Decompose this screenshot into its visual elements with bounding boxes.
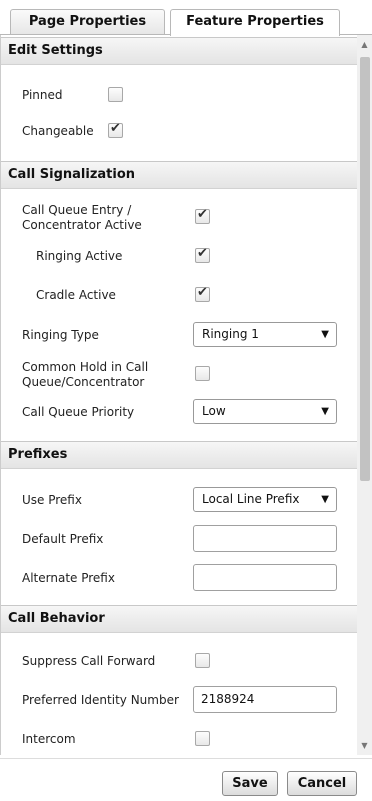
queue-priority-value: Low	[202, 404, 226, 418]
tab-bar: Page Properties Feature Properties	[0, 0, 372, 36]
intercom-checkbox[interactable]	[195, 731, 210, 746]
scroll-down-icon[interactable]: ▼	[357, 738, 372, 753]
ringing-type-select[interactable]: Ringing 1 ▼	[193, 322, 337, 347]
tab-feature-properties[interactable]: Feature Properties	[170, 9, 340, 36]
ringing-active-checkbox[interactable]	[195, 246, 210, 263]
panel-scrollbar[interactable]: ▲ ▼	[357, 35, 372, 755]
pinned-label: Pinned	[22, 88, 63, 102]
common-hold-checkbox[interactable]	[195, 366, 210, 381]
ringing-type-label: Ringing Type	[22, 328, 99, 342]
call-queue-entry-checkbox[interactable]	[195, 207, 210, 224]
cradle-active-checkbox[interactable]	[195, 285, 210, 302]
dialog-footer: Save Cancel	[0, 758, 372, 801]
preferred-identity-input[interactable]: 2188924	[193, 686, 337, 713]
pinned-checkbox[interactable]	[108, 87, 123, 102]
changeable-checkbox[interactable]	[108, 121, 123, 138]
triangle-down-icon: ▼	[321, 494, 329, 505]
triangle-down-icon: ▼	[321, 329, 329, 340]
alternate-prefix-label: Alternate Prefix	[22, 571, 115, 585]
section-prefixes[interactable]: Prefixes	[1, 441, 357, 469]
preferred-identity-label: Preferred Identity Number	[22, 693, 179, 707]
cancel-button[interactable]: Cancel	[287, 771, 357, 796]
alternate-prefix-input[interactable]	[193, 564, 337, 591]
scrollbar-thumb[interactable]	[360, 57, 370, 481]
intercom-label: Intercom	[22, 732, 76, 746]
common-hold-label-line1: Common Hold in Call	[22, 360, 149, 374]
section-call-signalization[interactable]: Call Signalization	[1, 161, 357, 189]
save-button[interactable]: Save	[222, 771, 278, 796]
section-edit-settings[interactable]: Edit Settings	[1, 37, 357, 65]
suppress-call-forward-checkbox[interactable]	[195, 653, 210, 668]
section-call-behavior[interactable]: Call Behavior	[1, 605, 357, 633]
ringing-active-label: Ringing Active	[36, 249, 123, 263]
queue-priority-label: Call Queue Priority	[22, 405, 135, 419]
use-prefix-value: Local Line Prefix	[202, 492, 300, 506]
suppress-call-forward-label: Suppress Call Forward	[22, 654, 156, 668]
triangle-down-icon: ▼	[321, 406, 329, 417]
ringing-type-value: Ringing 1	[202, 327, 259, 341]
queue-priority-select[interactable]: Low ▼	[193, 399, 337, 424]
cradle-active-label: Cradle Active	[36, 288, 116, 302]
call-queue-entry-label-line2: Concentrator Active	[22, 218, 142, 232]
tab-page-properties[interactable]: Page Properties	[10, 9, 165, 35]
scroll-up-icon[interactable]: ▲	[357, 37, 372, 52]
default-prefix-label: Default Prefix	[22, 532, 104, 546]
use-prefix-select[interactable]: Local Line Prefix ▼	[193, 487, 337, 512]
use-prefix-label: Use Prefix	[22, 493, 82, 507]
changeable-label: Changeable	[22, 124, 94, 138]
properties-panel: Edit Settings Pinned Changeable Call Sig…	[0, 35, 357, 755]
default-prefix-input[interactable]	[193, 525, 337, 552]
call-queue-entry-label-line1: Call Queue Entry /	[22, 203, 132, 217]
common-hold-label-line2: Queue/Concentrator	[22, 375, 145, 389]
